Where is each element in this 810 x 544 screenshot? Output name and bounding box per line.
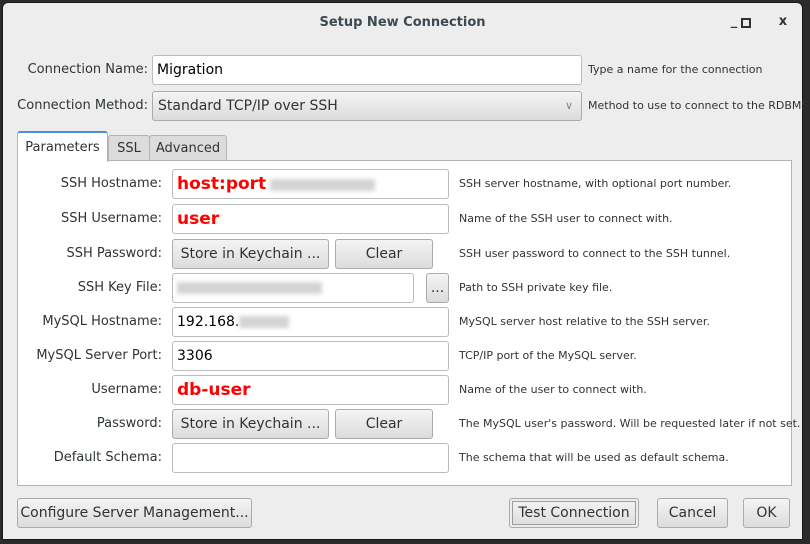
ssh-key-file-label: SSH Key File: (77, 280, 162, 295)
ssh-password-hint: SSH user password to connect to the SSH … (459, 247, 731, 260)
ssh-username-hint: Name of the SSH user to connect with. (459, 212, 673, 225)
ssh-hostname-label: SSH Hostname: (60, 176, 162, 191)
cancel-button[interactable]: Cancel (657, 498, 728, 528)
username-label: Username: (91, 382, 162, 397)
ssh-clear-password-button[interactable]: Clear (335, 239, 433, 269)
chevron-down-icon: ∨ (564, 99, 573, 112)
username-value: db-user (177, 380, 251, 400)
ssh-hostname-hint: SSH server hostname, with optional port … (459, 177, 732, 190)
redacted-text (270, 179, 376, 191)
connection-name-hint: Type a name for the connection (588, 63, 763, 76)
mysql-port-label: MySQL Server Port: (36, 348, 162, 363)
ssh-username-label: SSH Username: (60, 211, 162, 226)
password-hint: The MySQL user's password. Will be reque… (459, 417, 801, 430)
configure-server-management-button[interactable]: Configure Server Management... (17, 498, 252, 528)
ssh-hostname-value: host:port (177, 174, 267, 194)
tab-parameters[interactable]: Parameters (17, 131, 108, 162)
tab-ssl[interactable]: SSL (108, 135, 150, 161)
connection-method-hint: Method to use to connect to the RDBMS (588, 99, 809, 112)
ssh-username-value: user (177, 209, 220, 229)
connection-name-label: Connection Name: (27, 62, 148, 77)
default-schema-hint: The schema that will be used as default … (459, 451, 729, 464)
ssh-password-label: SSH Password: (66, 246, 162, 261)
maximize-icon[interactable] (736, 12, 756, 32)
ok-button[interactable]: OK (743, 498, 790, 528)
default-schema-label: Default Schema: (53, 450, 162, 465)
ssh-hostname-input[interactable]: host:port (172, 169, 449, 199)
ssh-username-input[interactable]: user (172, 204, 449, 234)
username-hint: Name of the user to connect with. (459, 383, 647, 396)
ssh-key-file-input[interactable] (172, 273, 414, 303)
close-icon[interactable]: x (773, 12, 793, 32)
test-connection-button[interactable]: Test Connection (509, 498, 639, 528)
mysql-port-hint: TCP/IP port of the MySQL server. (459, 349, 637, 362)
ssh-store-keychain-button[interactable]: Store in Keychain ... (172, 239, 329, 269)
browse-key-file-button[interactable]: ... (426, 273, 449, 303)
connection-method-select[interactable]: Standard TCP/IP over SSH ∨ (152, 91, 582, 121)
mysql-port-input[interactable]: 3306 (172, 341, 449, 371)
mysql-hostname-label: MySQL Hostname: (42, 314, 162, 329)
password-label: Password: (96, 416, 162, 431)
username-input[interactable]: db-user (172, 375, 449, 405)
dialog-window: Setup New Connection _ x Connection Name… (2, 2, 808, 540)
window-title: Setup New Connection (319, 15, 486, 30)
store-keychain-button[interactable]: Store in Keychain ... (172, 409, 329, 439)
tab-advanced[interactable]: Advanced (149, 135, 227, 161)
connection-method-label: Connection Method: (17, 98, 148, 113)
ssh-key-file-hint: Path to SSH private key file. (459, 281, 613, 294)
redacted-text (239, 316, 290, 328)
mysql-hostname-input[interactable]: 192.168. (172, 307, 449, 337)
redacted-text (177, 282, 322, 294)
mysql-hostname-hint: MySQL server host relative to the SSH se… (459, 315, 710, 328)
clear-password-button[interactable]: Clear (335, 409, 433, 439)
mysql-hostname-value: 192.168. (177, 314, 240, 330)
connection-name-input[interactable]: Migration (152, 55, 582, 85)
connection-method-value: Standard TCP/IP over SSH (158, 98, 338, 114)
default-schema-input[interactable] (172, 443, 449, 473)
